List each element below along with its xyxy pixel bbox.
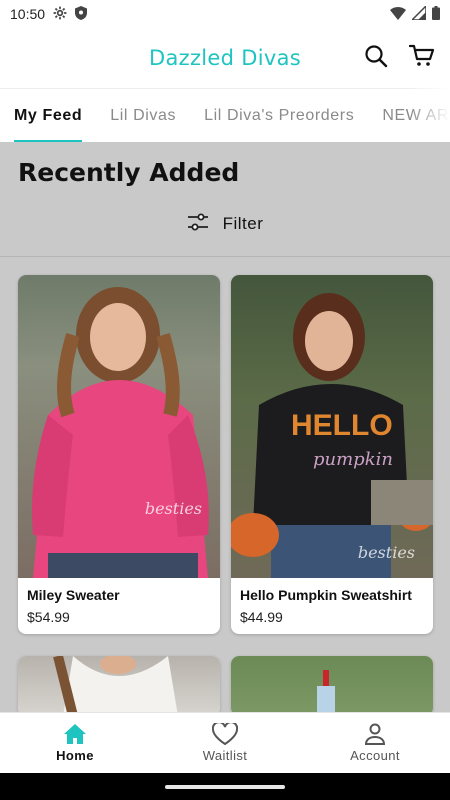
signal-icon	[410, 3, 427, 23]
nav-account-label: Account	[350, 748, 400, 763]
svg-text:pumpkin: pumpkin	[313, 449, 393, 470]
product-name: Hello Pumpkin Sweatshirt	[240, 587, 412, 603]
product-watermark: besties	[357, 543, 415, 562]
product-image[interactable]	[18, 656, 220, 716]
product-image[interactable]: HELLO pumpkin besties	[231, 275, 433, 578]
product-card-miley-sweater[interactable]: besties Miley Sweater $54.99	[18, 275, 220, 634]
status-bar: 10:50	[0, 0, 450, 28]
app-header: Dazzled Divas	[0, 28, 450, 88]
home-gesture-handle[interactable]	[165, 785, 285, 789]
product-image[interactable]: besties	[18, 275, 220, 578]
app-title: Dazzled Divas	[149, 46, 301, 70]
nav-account[interactable]: Account	[300, 713, 450, 773]
product-watermark: besties	[144, 499, 202, 518]
cart-button[interactable]	[408, 42, 436, 70]
product-image[interactable]	[231, 656, 433, 716]
search-button[interactable]	[362, 42, 390, 70]
filter-label: Filter	[222, 214, 264, 233]
cart-icon	[409, 44, 435, 66]
product-photo	[53, 656, 178, 716]
product-photo: HELLO pumpkin	[231, 293, 433, 578]
product-price: $54.99	[27, 609, 70, 625]
wifi-icon	[390, 6, 406, 23]
tab-lil-divas[interactable]: Lil Divas	[96, 89, 190, 142]
product-name: Miley Sweater	[27, 587, 120, 603]
shield-icon	[75, 5, 88, 23]
home-icon	[64, 724, 86, 744]
tab-my-feed[interactable]: My Feed	[0, 89, 96, 142]
section-title: Recently Added	[18, 158, 240, 187]
product-card-partial[interactable]	[18, 656, 220, 716]
system-gesture-bar	[0, 773, 450, 800]
filter-icon	[187, 213, 209, 236]
account-icon	[364, 723, 386, 745]
product-photo	[32, 287, 209, 578]
bottom-navigation: Home Waitlist Account	[0, 712, 450, 773]
svg-text:HELLO: HELLO	[291, 409, 393, 442]
product-price: $44.99	[240, 609, 283, 625]
search-icon	[365, 45, 388, 68]
heart-icon	[212, 723, 238, 745]
nav-waitlist[interactable]: Waitlist	[150, 713, 300, 773]
divider	[0, 256, 450, 257]
product-photo	[317, 670, 335, 716]
tabs-fade	[410, 88, 450, 142]
status-time: 10:50	[10, 6, 46, 22]
nav-home[interactable]: Home	[0, 713, 150, 773]
tab-lil-divas-preorders[interactable]: Lil Diva's Preorders	[190, 89, 368, 142]
product-card-partial[interactable]	[231, 656, 433, 716]
nav-home-label: Home	[56, 748, 94, 763]
nav-waitlist-label: Waitlist	[202, 748, 248, 763]
filter-button[interactable]: Filter	[0, 208, 450, 240]
product-card-hello-pumpkin-sweatshirt[interactable]: HELLO pumpkin besties Hello Pumpkin Swea…	[231, 275, 433, 634]
category-tabs: My Feed Lil Divas Lil Diva's Preorders N…	[0, 88, 450, 142]
battery-icon	[432, 5, 440, 23]
settings-icon	[53, 6, 67, 23]
